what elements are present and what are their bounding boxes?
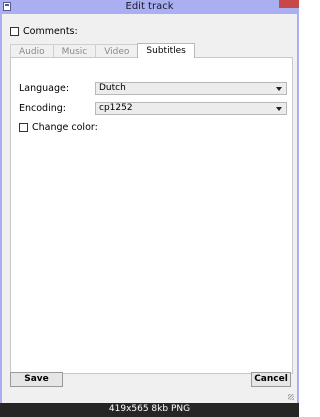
encoding-select[interactable]: cp1252: [95, 102, 287, 115]
chevron-down-icon: [276, 87, 282, 91]
encoding-label: Encoding:: [19, 103, 66, 114]
language-value: Dutch: [99, 83, 126, 93]
tab-music[interactable]: Music: [52, 44, 97, 58]
tab-audio[interactable]: Audio: [10, 44, 54, 58]
dialog-body: Comments: Audio Music Video Subtitles La…: [0, 14, 299, 403]
subtitles-pane: Language: Dutch Encoding: cp1252 Change …: [10, 57, 293, 374]
comments-label: Comments:: [23, 25, 78, 37]
title-bar: Edit track: [0, 0, 299, 14]
comments-row[interactable]: Comments:: [10, 25, 78, 37]
tab-subtitles[interactable]: Subtitles: [137, 43, 195, 58]
status-bar: 419x565 8kb PNG: [0, 403, 299, 417]
resize-grip-icon[interactable]: [288, 394, 294, 400]
save-button[interactable]: Save: [10, 372, 63, 387]
cancel-button[interactable]: Cancel: [251, 372, 291, 387]
change-color-label: Change color:: [32, 122, 98, 133]
status-text: 419x565 8kb PNG: [108, 404, 191, 414]
tab-video[interactable]: Video: [95, 44, 139, 58]
chevron-down-icon: [276, 107, 282, 111]
change-color-row[interactable]: Change color:: [19, 122, 98, 133]
window-title: Edit track: [125, 1, 174, 12]
language-label: Language:: [19, 83, 70, 94]
language-select[interactable]: Dutch: [95, 82, 287, 95]
change-color-checkbox[interactable]: [19, 123, 28, 132]
close-button[interactable]: [279, 0, 299, 8]
encoding-value: cp1252: [99, 103, 133, 113]
tab-bar: Audio Music Video Subtitles: [10, 43, 195, 58]
comments-checkbox[interactable]: [10, 26, 19, 36]
